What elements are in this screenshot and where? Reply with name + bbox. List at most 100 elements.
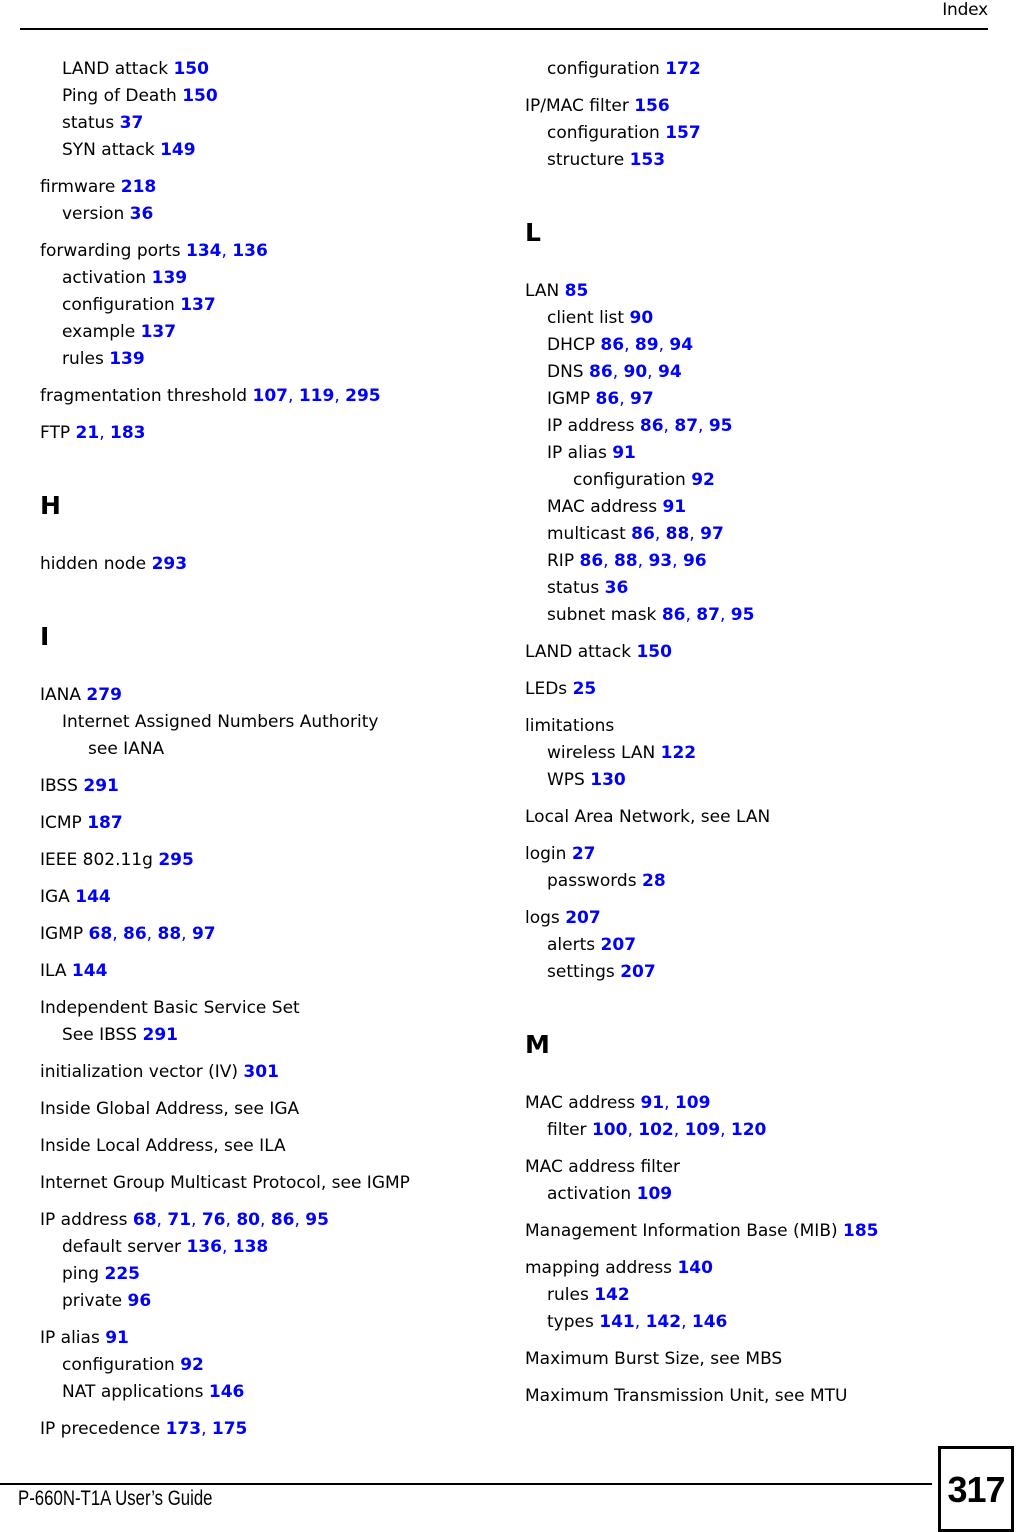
page-reference[interactable]: 86 [596,389,620,409]
page-reference[interactable]: 100 [592,1120,628,1140]
page-reference[interactable]: 172 [665,59,701,79]
page-reference[interactable]: 95 [709,416,733,436]
page-reference[interactable]: 96 [683,551,707,571]
page-reference[interactable]: 102 [638,1120,674,1140]
page-reference[interactable]: 71 [167,1210,191,1230]
page-reference[interactable]: 144 [72,961,108,981]
page-reference[interactable]: 142 [646,1312,682,1332]
page-reference[interactable]: 279 [86,685,122,705]
page-reference[interactable]: 153 [630,150,666,170]
page-reference[interactable]: 187 [87,813,123,833]
page-reference[interactable]: 291 [142,1025,178,1045]
page-reference[interactable]: 150 [636,642,672,662]
page-reference[interactable]: 89 [635,335,659,355]
page-reference[interactable]: 88 [614,551,638,571]
page-reference[interactable]: 130 [590,770,626,790]
page-reference[interactable]: 150 [182,86,218,106]
page-reference[interactable]: 140 [677,1258,713,1278]
page-reference[interactable]: 109 [637,1184,673,1204]
page-reference[interactable]: 136 [232,241,268,261]
page-reference[interactable]: 37 [120,113,144,133]
page-reference[interactable]: 142 [594,1285,630,1305]
page-reference[interactable]: 146 [209,1382,245,1402]
page-reference[interactable]: 36 [130,204,154,224]
page-reference[interactable]: 301 [243,1062,279,1082]
page-reference[interactable]: 88 [666,524,690,544]
page-reference[interactable]: 120 [731,1120,767,1140]
page-reference[interactable]: 134 [186,241,222,261]
page-reference[interactable]: 91 [662,497,686,517]
page-reference[interactable]: 86 [589,362,613,382]
page-reference[interactable]: 92 [180,1355,204,1375]
page-reference[interactable]: 291 [83,776,119,796]
page-reference[interactable]: 95 [731,605,755,625]
page-reference[interactable]: 86 [123,924,147,944]
page-reference[interactable]: 28 [642,871,666,891]
page-reference[interactable]: 156 [634,96,670,116]
page-reference[interactable]: 141 [599,1312,635,1332]
page-reference[interactable]: 36 [605,578,629,598]
page-reference[interactable]: 86 [640,416,664,436]
page-reference[interactable]: 146 [692,1312,728,1332]
page-reference[interactable]: 139 [152,268,188,288]
page-reference[interactable]: 97 [192,924,216,944]
page-reference[interactable]: 87 [696,605,720,625]
page-reference[interactable]: 68 [133,1210,157,1230]
page-reference[interactable]: 86 [600,335,624,355]
index-subentry: configuration 137 [40,292,514,319]
page-reference[interactable]: 80 [236,1210,260,1230]
page-reference[interactable]: 144 [75,887,111,907]
page-reference[interactable]: 136 [186,1237,222,1257]
page-reference[interactable]: 86 [579,551,603,571]
page-reference[interactable]: 137 [141,322,177,342]
page-reference[interactable]: 138 [233,1237,269,1257]
page-reference[interactable]: 295 [158,850,194,870]
page-reference[interactable]: 27 [572,844,596,864]
page-reference[interactable]: 109 [675,1093,711,1113]
page-reference[interactable]: 21 [76,423,100,443]
page-reference[interactable]: 207 [601,935,637,955]
page-reference[interactable]: 90 [629,308,653,328]
page-reference[interactable]: 207 [620,962,656,982]
page-reference[interactable]: 97 [630,389,654,409]
page-reference[interactable]: 293 [152,554,188,574]
page-reference[interactable]: 185 [843,1221,879,1241]
page-reference[interactable]: 86 [631,524,655,544]
page-reference[interactable]: 94 [669,335,693,355]
page-reference[interactable]: 68 [89,924,113,944]
page-reference[interactable]: 122 [661,743,697,763]
page-reference[interactable]: 95 [305,1210,329,1230]
page-reference[interactable]: 87 [674,416,698,436]
page-reference[interactable]: 96 [128,1291,152,1311]
page-reference[interactable]: 86 [271,1210,295,1230]
page-reference[interactable]: 76 [202,1210,226,1230]
page-reference[interactable]: 91 [105,1328,129,1348]
page-reference[interactable]: 150 [173,59,209,79]
page-reference[interactable]: 139 [109,349,145,369]
page-reference[interactable]: 93 [648,551,672,571]
page-reference[interactable]: 137 [180,295,216,315]
page-reference[interactable]: 86 [662,605,686,625]
page-reference[interactable]: 85 [565,281,589,301]
page-reference[interactable]: 207 [565,908,601,928]
page-reference[interactable]: 91 [640,1093,664,1113]
page-reference[interactable]: 295 [345,386,381,406]
index-entry-group: Internet Group Multicast Protocol, see I… [40,1170,514,1197]
page-reference[interactable]: 218 [121,177,157,197]
page-reference[interactable]: 119 [299,386,335,406]
page-reference[interactable]: 109 [685,1120,721,1140]
page-reference[interactable]: 25 [573,679,597,699]
page-reference[interactable]: 157 [665,123,701,143]
page-reference[interactable]: 92 [691,470,715,490]
page-reference[interactable]: 90 [624,362,648,382]
page-reference[interactable]: 183 [110,423,146,443]
page-reference[interactable]: 91 [612,443,636,463]
footer-rule [0,1483,932,1485]
page-reference[interactable]: 88 [157,924,181,944]
page-reference[interactable]: 107 [253,386,289,406]
index-entry: IANA 279 [40,682,514,709]
page-reference[interactable]: 149 [160,140,196,160]
page-reference[interactable]: 94 [658,362,682,382]
page-reference[interactable]: 97 [700,524,724,544]
page-reference[interactable]: 225 [105,1264,141,1284]
